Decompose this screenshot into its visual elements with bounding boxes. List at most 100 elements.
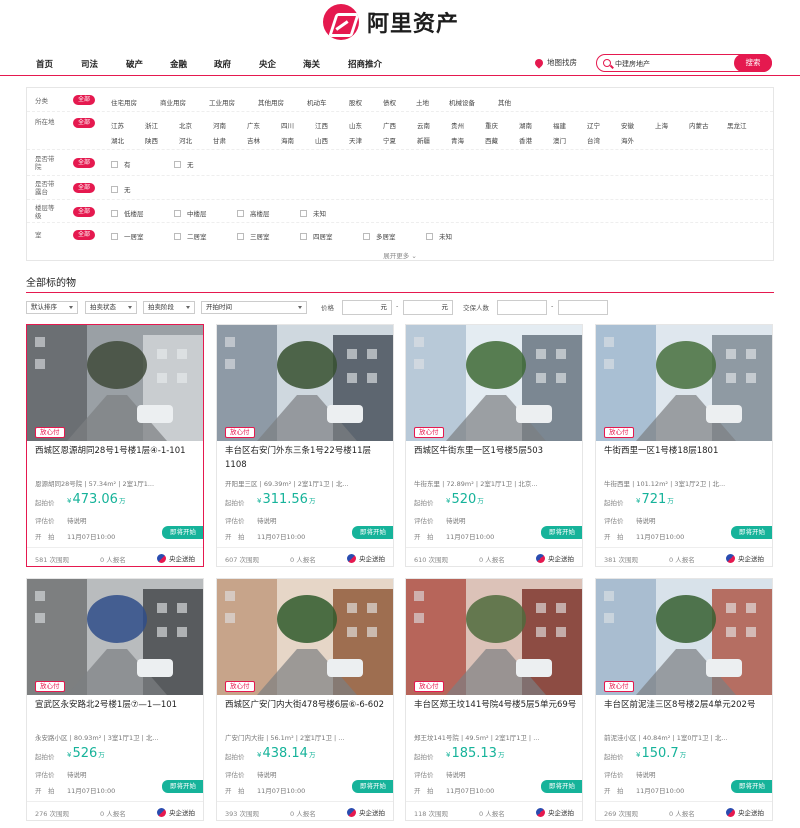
filter-option[interactable]: 湖北	[111, 135, 124, 145]
seller-label[interactable]: 央企送拍	[726, 807, 764, 817]
show-more-button[interactable]: 展开更多 ⌄	[27, 250, 773, 260]
filter-checkbox-option[interactable]: 低楼层	[111, 208, 144, 218]
filter-option[interactable]: 黑龙江	[727, 120, 747, 130]
filter-option[interactable]: 上海	[655, 120, 668, 130]
seller-label[interactable]: 央企送拍	[347, 553, 385, 563]
filter-option[interactable]: 商业用房	[160, 97, 186, 107]
filter-option[interactable]: 天津	[349, 135, 362, 145]
filter-option[interactable]: 江西	[315, 120, 328, 130]
filter-option[interactable]: 安徽	[621, 120, 634, 130]
nav-item-judicial[interactable]: 司法	[81, 58, 98, 70]
listing-card[interactable]: 放心付 宣武区永安路北2号楼1层⑦—1—101 永安路小区 | 80.93m² …	[26, 578, 204, 821]
seller-label[interactable]: 央企送拍	[536, 553, 574, 563]
filter-option[interactable]: 河南	[213, 120, 226, 130]
filter-option[interactable]: 宁夏	[383, 135, 396, 145]
filter-checkbox-option[interactable]: 有	[111, 159, 131, 169]
filter-all-pill[interactable]: 全部	[73, 95, 95, 105]
filter-option[interactable]: 土地	[416, 97, 429, 107]
map-search-button[interactable]: 地图找房	[533, 56, 577, 69]
brand-logo[interactable]: 阿里资产	[323, 4, 459, 40]
filter-option[interactable]: 机动车	[307, 97, 327, 107]
filter-option[interactable]: 工业用房	[209, 97, 235, 107]
filter-option[interactable]: 山西	[315, 135, 328, 145]
checkbox[interactable]	[174, 161, 181, 168]
filter-all-pill[interactable]: 全部	[73, 183, 95, 193]
filter-all-pill[interactable]: 全部	[73, 158, 95, 168]
filter-option[interactable]: 陕西	[145, 135, 158, 145]
seller-label[interactable]: 央企送拍	[726, 553, 764, 563]
filter-option[interactable]: 台湾	[587, 135, 600, 145]
bidders-min-input[interactable]	[497, 300, 547, 315]
nav-item-soe[interactable]: 央企	[259, 58, 276, 70]
search-button[interactable]: 搜索	[734, 54, 772, 72]
filter-option[interactable]: 四川	[281, 120, 294, 130]
filter-checkbox-option[interactable]: 三居室	[237, 231, 270, 241]
seller-label[interactable]: 央企送拍	[536, 807, 574, 817]
seller-label[interactable]: 央企送拍	[347, 807, 385, 817]
checkbox[interactable]	[174, 210, 181, 217]
nav-item-bankruptcy[interactable]: 破产	[126, 58, 143, 70]
checkbox[interactable]	[300, 210, 307, 217]
listing-photo[interactable]	[27, 325, 203, 441]
listing-photo[interactable]	[596, 579, 772, 695]
price-max-input[interactable]: 元	[403, 300, 453, 315]
checkbox[interactable]	[237, 233, 244, 240]
listing-card[interactable]: 放心付 牛街西里一区1号楼18层1801 牛街西里 | 101.12m² | 3…	[595, 324, 773, 567]
filter-option[interactable]: 内蒙古	[689, 120, 709, 130]
filter-option[interactable]: 香港	[519, 135, 532, 145]
listing-photo[interactable]	[406, 325, 582, 441]
filter-checkbox-option[interactable]: 无	[174, 159, 194, 169]
listing-photo[interactable]	[217, 579, 393, 695]
filter-checkbox-option[interactable]: 多居室	[363, 231, 396, 241]
filter-all-pill[interactable]: 全部	[73, 230, 95, 240]
filter-checkbox-option[interactable]: 四居室	[300, 231, 333, 241]
listing-card[interactable]: 放心付 丰台区前泥洼三区8号楼2层4单元202号 前泥洼小区 | 40.84m²…	[595, 578, 773, 821]
listing-photo[interactable]	[27, 579, 203, 695]
filter-checkbox-option[interactable]: 中楼层	[174, 208, 207, 218]
filter-checkbox-option[interactable]: 一居室	[111, 231, 144, 241]
filter-option[interactable]: 北京	[179, 120, 192, 130]
filter-option[interactable]: 机械设备	[449, 97, 475, 107]
nav-item-investment[interactable]: 招商推介	[348, 58, 382, 70]
filter-option[interactable]: 吉林	[247, 135, 260, 145]
checkbox[interactable]	[237, 210, 244, 217]
checkbox[interactable]	[174, 233, 181, 240]
listing-photo[interactable]	[596, 325, 772, 441]
listing-title[interactable]: 丰台区前泥洼三区8号楼2层4单元202号	[604, 698, 768, 712]
filter-option[interactable]: 海南	[281, 135, 294, 145]
filter-option[interactable]: 福建	[553, 120, 566, 130]
filter-option[interactable]: 浙江	[145, 120, 158, 130]
checkbox[interactable]	[111, 161, 118, 168]
filter-option[interactable]: 广西	[383, 120, 396, 130]
filter-checkbox-option[interactable]: 无	[111, 184, 131, 194]
filter-option[interactable]: 其他用房	[258, 97, 284, 107]
listing-title[interactable]: 牛街西里一区1号楼18层1801	[604, 444, 768, 458]
price-min-input[interactable]: 元	[342, 300, 392, 315]
filter-option[interactable]: 贵州	[451, 120, 464, 130]
listing-title[interactable]: 宣武区永安路北2号楼1层⑦—1—101	[35, 698, 199, 712]
filter-all-pill[interactable]: 全部	[73, 118, 95, 128]
listing-title[interactable]: 西城区恩源胡同28号1号楼1层④-1-101	[35, 444, 199, 458]
nav-item-customs[interactable]: 海关	[303, 58, 320, 70]
filter-option[interactable]: 湖南	[519, 120, 532, 130]
listing-card[interactable]: 放心付 西城区广安门内大街478号楼6层⑥-6-602 广安门内大街 | 56.…	[216, 578, 394, 821]
checkbox[interactable]	[111, 233, 118, 240]
listing-title[interactable]: 西城区广安门内大街478号楼6层⑥-6-602	[225, 698, 389, 712]
checkbox[interactable]	[111, 186, 118, 193]
filter-option[interactable]: 其他	[498, 97, 511, 107]
checkbox[interactable]	[300, 233, 307, 240]
search-input[interactable]	[615, 58, 727, 69]
filter-option[interactable]: 河北	[179, 135, 192, 145]
listing-title[interactable]: 西城区牛街东里一区1号楼5层503	[414, 444, 578, 458]
filter-option[interactable]: 云南	[417, 120, 430, 130]
nav-item-home[interactable]: 首页	[36, 58, 53, 70]
listing-photo[interactable]	[217, 325, 393, 441]
filter-option[interactable]: 江苏	[111, 120, 124, 130]
listing-card[interactable]: 放心付 丰台区郑王坟141号院4号楼5层5单元69号 郑王坟141号院 | 49…	[405, 578, 583, 821]
filter-option[interactable]: 甘肃	[213, 135, 226, 145]
seller-label[interactable]: 央企送拍	[157, 553, 195, 563]
checkbox[interactable]	[363, 233, 370, 240]
bidders-max-input[interactable]	[558, 300, 608, 315]
filter-checkbox-option[interactable]: 高楼层	[237, 208, 270, 218]
listing-photo[interactable]	[406, 579, 582, 695]
